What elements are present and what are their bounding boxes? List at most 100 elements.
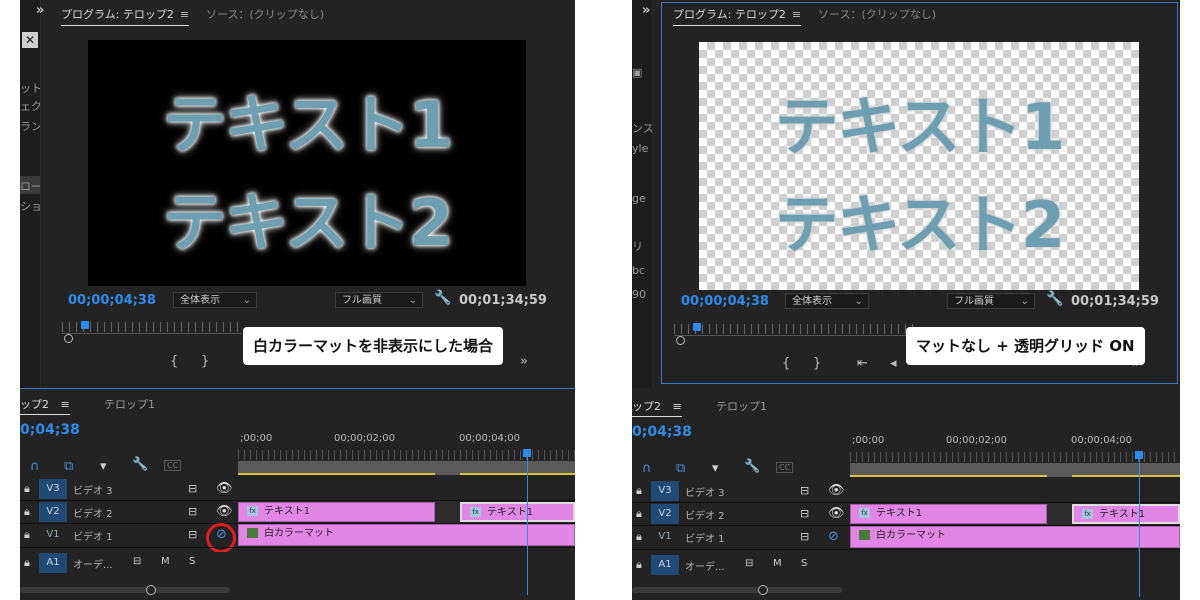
mark-in-icon[interactable]: { [782, 356, 790, 371]
fx-icon: fx [1082, 509, 1093, 519]
playhead-marker[interactable] [523, 449, 531, 457]
eye-icon[interactable]: 👁 [828, 483, 845, 498]
timeline-timecode[interactable]: 0;04;38 [632, 424, 692, 440]
sync-lock-icon[interactable]: ⊟ [745, 558, 753, 569]
clip-text1[interactable]: fx テキスト1 [238, 502, 435, 522]
track-target-v3[interactable]: V3 [651, 481, 679, 501]
tab-sequence-other[interactable]: テロップ1 [716, 398, 767, 414]
timeline-ruler[interactable] [850, 452, 1180, 462]
expand-panels-icon[interactable]: » [36, 3, 44, 18]
mark-out-icon[interactable]: } [813, 356, 821, 371]
timeline-timecode[interactable]: 0;04;38 [20, 422, 80, 438]
tab-sequence-active[interactable]: ップ2 ≡ [632, 398, 682, 417]
lock-icon[interactable]: 🔒︎ [636, 558, 642, 572]
snap-icon[interactable]: ∩ [30, 459, 40, 474]
sync-lock-icon[interactable]: ⊟ [800, 530, 809, 543]
linked-selection-icon[interactable]: ⧉ [64, 459, 73, 474]
panel-menu-icon[interactable]: ≡ [673, 400, 682, 413]
wrench-icon[interactable]: 🔧 [434, 290, 451, 306]
mark-in-icon[interactable]: { [170, 354, 178, 369]
tab-source-monitor[interactable]: ソース：(クリップなし) [206, 6, 324, 22]
playhead-marker[interactable] [81, 321, 89, 329]
strip-text: ション [20, 200, 40, 213]
captions-icon[interactable]: CC [164, 460, 182, 471]
sync-lock-icon[interactable]: ⊟ [133, 556, 141, 567]
scroll-handle[interactable] [758, 585, 768, 595]
effects-side-panel: ▣ ンス yle ge リ bc 90 [632, 0, 653, 388]
track-target-v1[interactable]: V1 [651, 527, 679, 547]
tab-program-monitor[interactable]: プログラム: テロップ2 ≡ [673, 6, 802, 26]
track-target-a1[interactable]: A1 [651, 555, 679, 575]
captions-icon[interactable]: CC [776, 462, 794, 473]
track-name: ビデオ 1 [73, 532, 113, 543]
lock-icon[interactable]: 🔒︎ [24, 528, 30, 542]
track-target-v1[interactable]: V1 [39, 525, 67, 545]
solo-button[interactable]: S [801, 558, 807, 569]
tab-program-monitor[interactable]: プログラム: テロップ2 ≡ [61, 6, 190, 26]
eye-icon[interactable]: 👁 [828, 506, 845, 521]
zoom-handle[interactable] [676, 336, 685, 345]
scroll-handle[interactable] [146, 585, 156, 595]
close-icon[interactable]: ✕ [22, 32, 38, 48]
sync-lock-icon[interactable]: ⊟ [800, 484, 809, 497]
linked-selection-icon[interactable]: ⧉ [676, 461, 685, 476]
add-marker-icon[interactable]: ▾ [712, 461, 719, 476]
track-target-v2[interactable]: V2 [39, 502, 67, 522]
sync-lock-icon[interactable]: ⊟ [800, 507, 809, 520]
clip-white-matte[interactable]: 白カラーマット [238, 524, 575, 546]
playback-resolution-select[interactable]: フル画質 ⌄ [947, 293, 1035, 309]
current-timecode[interactable]: 00;00;04;38 [681, 294, 769, 309]
tab-sequence-active[interactable]: ップ2 ≡ [20, 396, 70, 415]
panel-menu-icon[interactable]: ≡ [180, 8, 189, 21]
go-to-in-icon[interactable]: ⇤ [857, 356, 868, 371]
eye-hidden-icon[interactable]: ⊘ [828, 529, 839, 544]
lock-icon[interactable]: 🔒︎ [24, 505, 30, 519]
mute-button[interactable]: M [773, 558, 782, 569]
sync-lock-icon[interactable]: ⊟ [188, 482, 197, 495]
horizontal-scrollbar[interactable] [20, 587, 230, 593]
zoom-level-select[interactable]: 全体表示 ⌄ [173, 292, 257, 308]
zoom-handle[interactable] [64, 334, 73, 343]
track-target-a1[interactable]: A1 [39, 553, 67, 573]
lock-icon[interactable]: 🔒︎ [24, 556, 30, 570]
track-target-v2[interactable]: V2 [651, 504, 679, 524]
step-back-icon[interactable]: ◂ [890, 356, 897, 371]
strip-text: 90 [632, 288, 646, 301]
zoom-level-select[interactable]: 全体表示 ⌄ [785, 293, 869, 309]
lock-icon[interactable]: 🔒︎ [24, 482, 30, 496]
wrench-icon[interactable]: 🔧 [1046, 291, 1063, 307]
playhead-marker[interactable] [1135, 451, 1143, 459]
mute-button[interactable]: M [161, 556, 170, 567]
current-timecode[interactable]: 00;00;04;38 [68, 293, 156, 308]
mark-out-icon[interactable]: } [201, 354, 209, 369]
panel-menu-icon[interactable]: ≡ [792, 8, 801, 21]
more-controls-icon[interactable]: » [520, 354, 528, 369]
playhead-marker[interactable] [693, 323, 701, 331]
clip-white-matte[interactable]: 白カラーマット [850, 526, 1180, 548]
clip-text1[interactable]: fx テキスト1 [850, 504, 1047, 524]
clip-text1-selected[interactable]: fx テキスト1 [1072, 504, 1180, 524]
wrench-icon[interactable]: 🔧 [744, 459, 760, 474]
panel-menu-icon[interactable]: ≡ [61, 398, 70, 411]
playhead-line [1139, 457, 1140, 597]
playback-resolution-select[interactable]: フル画質 ⌄ [335, 292, 423, 308]
lock-icon[interactable]: 🔒︎ [636, 484, 642, 498]
lock-icon[interactable]: 🔒︎ [636, 507, 642, 521]
wrench-icon[interactable]: 🔧 [132, 457, 148, 472]
expand-panels-icon[interactable]: » [642, 3, 650, 18]
clip-text1-selected[interactable]: fx テキスト1 [460, 502, 575, 522]
tab-sequence-other[interactable]: テロップ1 [104, 396, 155, 412]
lock-icon[interactable]: 🔒︎ [636, 530, 642, 544]
sync-lock-icon[interactable]: ⊟ [188, 505, 197, 518]
horizontal-scrollbar[interactable] [632, 587, 842, 593]
eye-icon[interactable]: 👁 [216, 481, 233, 496]
solo-button[interactable]: S [189, 556, 195, 567]
add-marker-icon[interactable]: ▾ [100, 459, 107, 474]
tab-source-monitor[interactable]: ソース：(クリップなし) [818, 6, 936, 22]
strip-text: bc [632, 264, 646, 277]
track-target-v3[interactable]: V3 [39, 479, 67, 499]
snap-icon[interactable]: ∩ [642, 461, 652, 476]
strip-text: ェクト [20, 100, 40, 113]
sync-lock-icon[interactable]: ⊟ [188, 528, 197, 541]
eye-icon[interactable]: 👁 [216, 504, 233, 519]
